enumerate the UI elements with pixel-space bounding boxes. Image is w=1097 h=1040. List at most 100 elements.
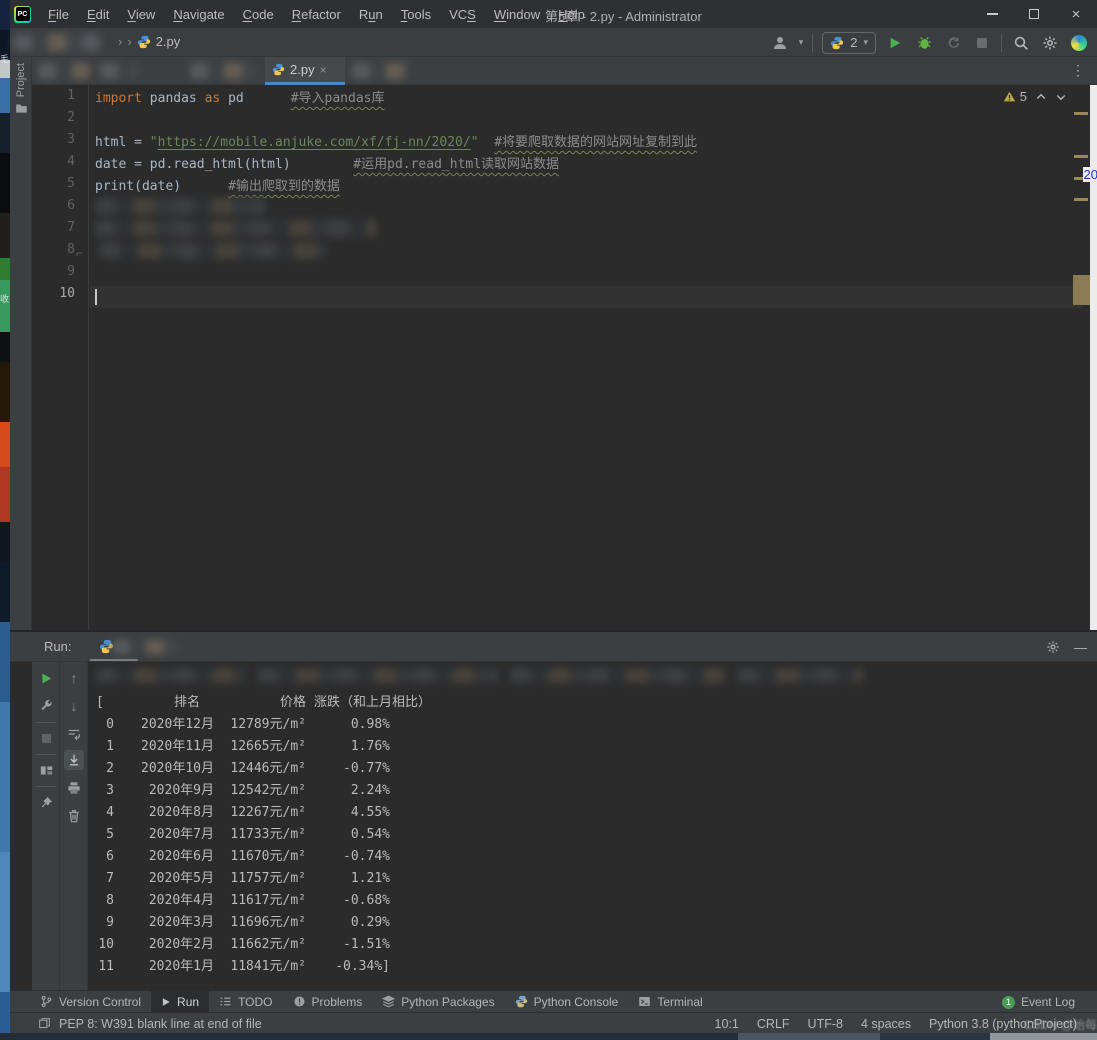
inspections-widget-icon[interactable] [38,1017,51,1030]
menu-item-view[interactable]: View [118,7,164,22]
event-log-badge: 1 [1002,996,1015,1009]
run-tool-window: Run: — [10,632,1097,990]
terminal-icon [638,995,651,1008]
console-table-row: 112020年1月11841元/m²-0.34%] [96,956,1087,978]
search-everywhere-icon[interactable] [1011,33,1031,53]
todo-list-icon [219,995,232,1008]
run-tab-name-blurred[interactable] [112,640,178,654]
project-stripe-label: Project [15,63,27,97]
breadcrumb[interactable]: › › 2.py [118,34,180,49]
breadcrumb-separator: › [118,34,122,49]
inspection-widget[interactable]: 5 [1003,89,1067,104]
toolwindow-python-packages[interactable]: Python Packages [372,991,504,1013]
fold-marker-icon[interactable]: ⌐ [76,242,83,264]
scrollbar-thumb[interactable] [1073,275,1090,305]
menu-item-navigate[interactable]: Navigate [164,7,233,22]
toolwindow-label: Version Control [59,995,141,1009]
editor-tab-blurred[interactable] [190,63,254,79]
editor-tab-active[interactable]: 2.py × [265,57,345,85]
line-number: 3 [67,132,75,154]
status-message[interactable]: PEP 8: W391 blank line at end of file [59,1017,262,1031]
down-stacktrace-icon[interactable]: ↓ [64,696,84,716]
rerun-button[interactable] [36,668,56,688]
run-console-output[interactable]: [ 排名 价格 涨跌（和上月相比） 02020年12月12789元/m²0.98… [88,662,1097,990]
print-icon[interactable] [64,778,84,798]
maximize-button[interactable] [1013,0,1055,28]
indent-setting[interactable]: 4 spaces [861,1017,911,1031]
chevron-up-icon[interactable] [1035,91,1047,103]
menu-item-vcs[interactable]: VCS [440,7,485,22]
toolwindow-python-console[interactable]: Python Console [505,991,629,1013]
tab-options-icon[interactable]: ⋮ [1071,62,1085,79]
toolwindow-todo[interactable]: TODO [209,991,282,1013]
editor-tab-blurred[interactable] [352,63,408,79]
up-stacktrace-icon[interactable]: ↑ [64,668,84,688]
users-icon[interactable] [770,33,790,53]
editor-tab-bar: 2.py × ⋮ [32,57,1097,85]
run-configuration-selector[interactable]: 2 ▾ [822,32,876,54]
hide-panel-icon[interactable]: — [1074,640,1087,655]
breadcrumb-project[interactable] [14,34,100,51]
pin-icon[interactable] [36,792,56,812]
menu-item-window[interactable]: Window [485,7,549,22]
clear-console-trash-icon[interactable] [64,806,84,826]
run-settings-gear-icon[interactable] [1046,640,1060,654]
toolwindow-terminal[interactable]: Terminal [628,991,712,1013]
toolwindow-run[interactable]: Run [151,991,209,1013]
line-number: 2 [67,110,75,132]
warning-stripe-mark[interactable] [1074,112,1088,115]
debug-button[interactable] [914,33,934,53]
menu-item-file[interactable]: File [39,7,78,22]
menu-item-run[interactable]: Run [350,7,392,22]
menu-item-refactor[interactable]: Refactor [283,7,350,22]
run-tab-underline [90,659,138,661]
scroll-to-end-icon[interactable] [64,750,84,770]
censored-code [100,242,326,259]
run-with-coverage-icon[interactable] [943,33,963,53]
screen: 毛 收 PC FileEditViewNavigateCodeRefactorR… [0,0,1097,1040]
breadcrumb-file-label: 2.py [156,34,181,49]
menu-item-edit[interactable]: Edit [78,7,118,22]
csdn-watermark: CSDN @始每 [1023,1016,1097,1033]
run-button[interactable] [885,33,905,53]
line-separator[interactable]: CRLF [757,1017,790,1031]
restore-layout-icon[interactable] [36,760,56,780]
soft-wrap-icon[interactable] [64,724,84,744]
toolwindow-problems[interactable]: Problems [283,991,373,1013]
toolwindow-version-control[interactable]: Version Control [30,991,151,1013]
pycharm-logo-icon[interactable]: PC [14,6,31,23]
console-table-row: 42020年8月12267元/m²4.55% [96,802,1087,824]
gutter[interactable]: 12345678910 [32,85,89,630]
minimize-button[interactable] [971,0,1013,28]
settings-gear-icon[interactable] [1040,33,1060,53]
chevron-down-icon[interactable] [1055,91,1067,103]
menu-item-code[interactable]: Code [234,7,283,22]
close-button[interactable]: × [1055,0,1097,28]
wrench-icon[interactable] [36,696,56,716]
stop-button[interactable] [36,728,56,748]
toolwindow-label: TODO [238,995,272,1009]
stop-button[interactable] [972,33,992,53]
colorful-sphere-icon[interactable] [1069,33,1089,53]
warning-stripe-mark[interactable] [1074,155,1088,158]
inspection-count: 5 [1020,89,1027,104]
code-line: date = pd.read_html(html) #运用pd.read_htm… [95,154,559,176]
console-rows: 02020年12月12789元/m²0.98%12020年11月12665元/m… [96,714,1087,978]
editor-tab-blurred[interactable] [38,63,90,79]
tab-close-icon[interactable]: × [320,63,327,77]
column-header-price: 价格 [214,692,306,714]
console-table-row: 92020年3月11696元/m²0.29% [96,912,1087,934]
caret-position[interactable]: 10:1 [715,1017,739,1031]
sidebar-item-project[interactable]: Project [10,63,32,115]
editor-tab-blurred[interactable] [100,63,136,79]
menu-item-tools[interactable]: Tools [392,7,440,22]
desktop-icon-label-fragment: 毛 [0,52,10,65]
toolwindow-event-log[interactable]: 1 Event Log [1002,991,1075,1013]
file-encoding[interactable]: UTF-8 [808,1017,843,1031]
editor-surface[interactable]: 12345678910 ⌐ import pandas as pd #导入pan… [32,85,1097,630]
code-line: print(date) #输出爬取到的数据 [95,176,340,198]
toolwindow-label: Python Console [534,995,619,1009]
censored-console-text [258,668,498,683]
warning-stripe-mark[interactable] [1074,198,1088,201]
code-line: import pandas as pd #导入pandas库 [95,88,385,110]
